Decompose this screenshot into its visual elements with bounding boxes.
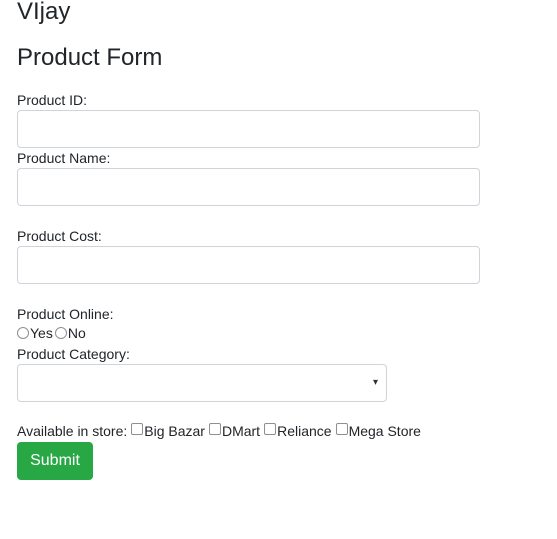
no-radio-label: No [67, 325, 86, 341]
product-online-options: Yes No [17, 324, 86, 342]
mega-store-checkbox[interactable] [335, 423, 348, 435]
available-in-store-label: Available in store: [17, 423, 128, 439]
product-cost-label: Product Cost: [17, 228, 102, 244]
product-category-select[interactable]: ▾ [17, 364, 387, 402]
product-online-label: Product Online: [17, 306, 114, 322]
product-id-label: Product ID: [17, 92, 88, 108]
page-title: Product Form [17, 44, 163, 71]
store-options: Available in store: Big Bazar DMart Reli… [17, 422, 421, 440]
product-id-input[interactable] [17, 110, 480, 148]
user-name: VIjay [17, 0, 71, 25]
mega-store-label: Mega Store [348, 423, 421, 439]
dmart-label: DMart [221, 423, 261, 439]
product-name-label: Product Name: [17, 150, 111, 166]
product-cost-input[interactable] [17, 246, 480, 284]
reliance-label: Reliance [277, 423, 332, 439]
product-name-input[interactable] [17, 168, 480, 206]
yes-radio-label: Yes [30, 325, 53, 341]
no-radio[interactable] [54, 327, 67, 339]
chevron-down-icon: ▾ [372, 377, 378, 388]
reliance-checkbox[interactable] [264, 423, 277, 435]
big-bazar-label: Big Bazar [144, 423, 205, 439]
product-category-label: Product Category: [17, 346, 130, 362]
dmart-checkbox[interactable] [208, 423, 221, 435]
yes-radio[interactable] [17, 327, 29, 339]
big-bazar-checkbox[interactable] [131, 423, 144, 435]
product-form-page: VIjay Product Form Product ID: Product N… [0, 0, 557, 539]
submit-button[interactable]: Submit [17, 442, 93, 480]
